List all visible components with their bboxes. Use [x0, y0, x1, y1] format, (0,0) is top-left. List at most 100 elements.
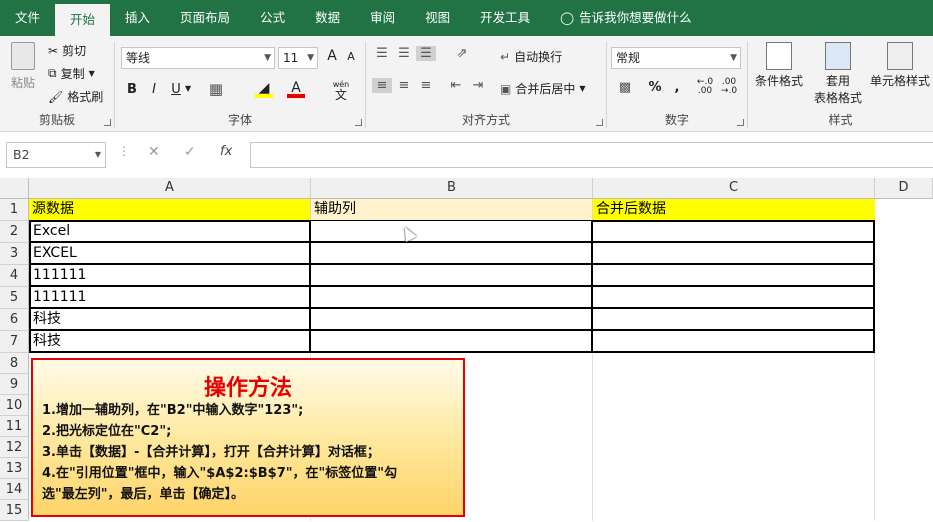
row-header[interactable]: 1 — [0, 199, 29, 221]
dialog-launcher-icon[interactable] — [104, 119, 111, 126]
row-header[interactable]: 9 — [0, 374, 29, 395]
paste-button[interactable]: 粘贴 — [6, 42, 40, 91]
row-header[interactable]: 13 — [0, 458, 29, 479]
cell-c4[interactable] — [593, 265, 875, 287]
cell-a2[interactable]: Excel — [30, 221, 311, 243]
underline-button[interactable]: U — [169, 82, 183, 97]
dialog-launcher-icon[interactable] — [737, 119, 744, 126]
tab-formulas[interactable]: 公式 — [245, 0, 300, 36]
orientation-icon[interactable]: ⇗ — [450, 46, 474, 61]
cell-styles-button[interactable]: 单元格样式 — [868, 42, 932, 89]
cell-b3[interactable] — [311, 243, 593, 265]
tab-developer[interactable]: 开发工具 — [465, 0, 545, 36]
tab-data[interactable]: 数据 — [300, 0, 355, 36]
column-header-d[interactable]: D — [875, 178, 933, 199]
more-dots-icon: ⋮ — [118, 144, 130, 158]
cell-c1[interactable]: 合并后数据 — [593, 199, 875, 221]
tab-file[interactable]: 文件 — [0, 0, 55, 36]
row-header[interactable]: 7 — [0, 331, 29, 353]
select-all-corner[interactable] — [0, 178, 29, 199]
enter-icon[interactable]: ✓ — [184, 144, 196, 160]
row-header[interactable]: 5 — [0, 287, 29, 309]
cancel-icon[interactable]: ✕ — [148, 144, 160, 160]
formula-input[interactable] — [250, 142, 933, 168]
cell-c5[interactable] — [593, 287, 875, 309]
merge-center-button[interactable]: ▣ 合并后居中 ▼ — [500, 80, 586, 97]
column-header-a[interactable]: A — [29, 178, 311, 199]
borders-icon[interactable]: ▦ — [207, 80, 225, 98]
cell-b5[interactable] — [311, 287, 593, 309]
cell-a4[interactable]: 111111 — [30, 265, 311, 287]
name-box[interactable]: B2 ▼ — [6, 142, 106, 168]
row-header[interactable]: 8 — [0, 353, 29, 374]
tab-insert[interactable]: 插入 — [110, 0, 165, 36]
align-middle-icon[interactable]: ☰ — [394, 46, 414, 61]
increase-decimal-icon[interactable]: ←.0.00 — [695, 78, 715, 96]
wrap-text-button[interactable]: ↵ 自动换行 — [500, 48, 562, 65]
cell-c3[interactable] — [593, 243, 875, 265]
tab-page-layout[interactable]: 页面布局 — [165, 0, 245, 36]
cell-c2[interactable] — [593, 221, 875, 243]
tell-me-box[interactable]: ◯ 告诉我你想要做什么 — [545, 0, 707, 36]
cell-a1[interactable]: 源数据 — [29, 199, 311, 221]
row-header[interactable]: 15 — [0, 500, 29, 521]
copy-button[interactable]: ⧉ 复制 ▼ — [48, 65, 95, 82]
align-center-icon[interactable]: ≡ — [394, 78, 414, 93]
cell-a6[interactable]: 科技 — [30, 309, 311, 331]
row-header[interactable]: 2 — [0, 221, 29, 243]
column-header-c[interactable]: C — [593, 178, 875, 199]
accounting-icon[interactable]: ▩ — [613, 80, 637, 95]
instruction-note: 操作方法 1.增加一辅助列，在"B2"中输入数字"123"; 2.把光标定位在"… — [31, 358, 465, 517]
cell-b1[interactable]: 辅助列 — [311, 199, 593, 221]
cell-a7[interactable]: 科技 — [30, 331, 311, 353]
tab-home[interactable]: 开始 — [55, 4, 111, 36]
grow-font-button[interactable]: A — [324, 48, 340, 64]
comma-button[interactable]: , — [671, 80, 683, 95]
chevron-down-icon: ▼ — [264, 53, 271, 63]
cell-c7[interactable] — [593, 331, 875, 353]
format-painter-button[interactable]: 🖌 格式刷 — [48, 88, 103, 105]
row-header[interactable]: 10 — [0, 395, 29, 416]
insert-function-icon[interactable]: fx — [220, 144, 232, 159]
align-top-icon[interactable]: ☰ — [372, 46, 392, 61]
font-size-select[interactable]: 11 ▼ — [278, 47, 318, 69]
tab-review[interactable]: 审阅 — [355, 0, 410, 36]
phonetic-button[interactable]: wén 文 — [329, 80, 353, 101]
chevron-down-icon[interactable]: ▼ — [185, 84, 191, 93]
cell-c6[interactable] — [593, 309, 875, 331]
column-header-b[interactable]: B — [311, 178, 593, 199]
shrink-font-button[interactable]: A — [344, 50, 358, 63]
cell-b6[interactable] — [311, 309, 593, 331]
font-color-button[interactable]: A — [287, 80, 305, 98]
percent-button[interactable]: % — [647, 80, 663, 95]
italic-button[interactable]: I — [147, 82, 161, 97]
row-header[interactable]: 3 — [0, 243, 29, 265]
font-name-select[interactable]: 等线 ▼ — [121, 47, 275, 69]
format-as-table-button[interactable]: 套用 表格格式 — [808, 42, 868, 106]
font-color-icon: A — [291, 80, 301, 96]
cell-b7[interactable] — [311, 331, 593, 353]
align-bottom-icon[interactable]: ☰ — [416, 46, 436, 61]
tab-view[interactable]: 视图 — [410, 0, 465, 36]
dialog-launcher-icon[interactable] — [596, 119, 603, 126]
dialog-launcher-icon[interactable] — [355, 119, 362, 126]
decrease-decimal-icon[interactable]: .00 →.0 — [719, 78, 739, 96]
cut-button[interactable]: ✂ 剪切 — [48, 42, 86, 59]
decrease-indent-icon[interactable]: ⇤ — [446, 78, 466, 93]
bold-button[interactable]: B — [125, 82, 139, 97]
row-header[interactable]: 14 — [0, 479, 29, 500]
cell-a5[interactable]: 111111 — [30, 287, 311, 309]
cell-b2-selected[interactable] — [311, 221, 593, 243]
row-header[interactable]: 4 — [0, 265, 29, 287]
cell-a3[interactable]: EXCEL — [30, 243, 311, 265]
conditional-formatting-button[interactable]: 条件格式 — [750, 42, 808, 89]
row-header[interactable]: 6 — [0, 309, 29, 331]
row-header[interactable]: 11 — [0, 416, 29, 437]
increase-indent-icon[interactable]: ⇥ — [468, 78, 488, 93]
row-header[interactable]: 12 — [0, 437, 29, 458]
fill-color-button[interactable]: ◢ — [255, 80, 273, 98]
number-format-select[interactable]: 常规 ▼ — [611, 47, 741, 69]
align-right-icon[interactable]: ≡ — [416, 78, 436, 93]
align-left-icon[interactable]: ≡ — [372, 78, 392, 93]
cell-b4[interactable] — [311, 265, 593, 287]
